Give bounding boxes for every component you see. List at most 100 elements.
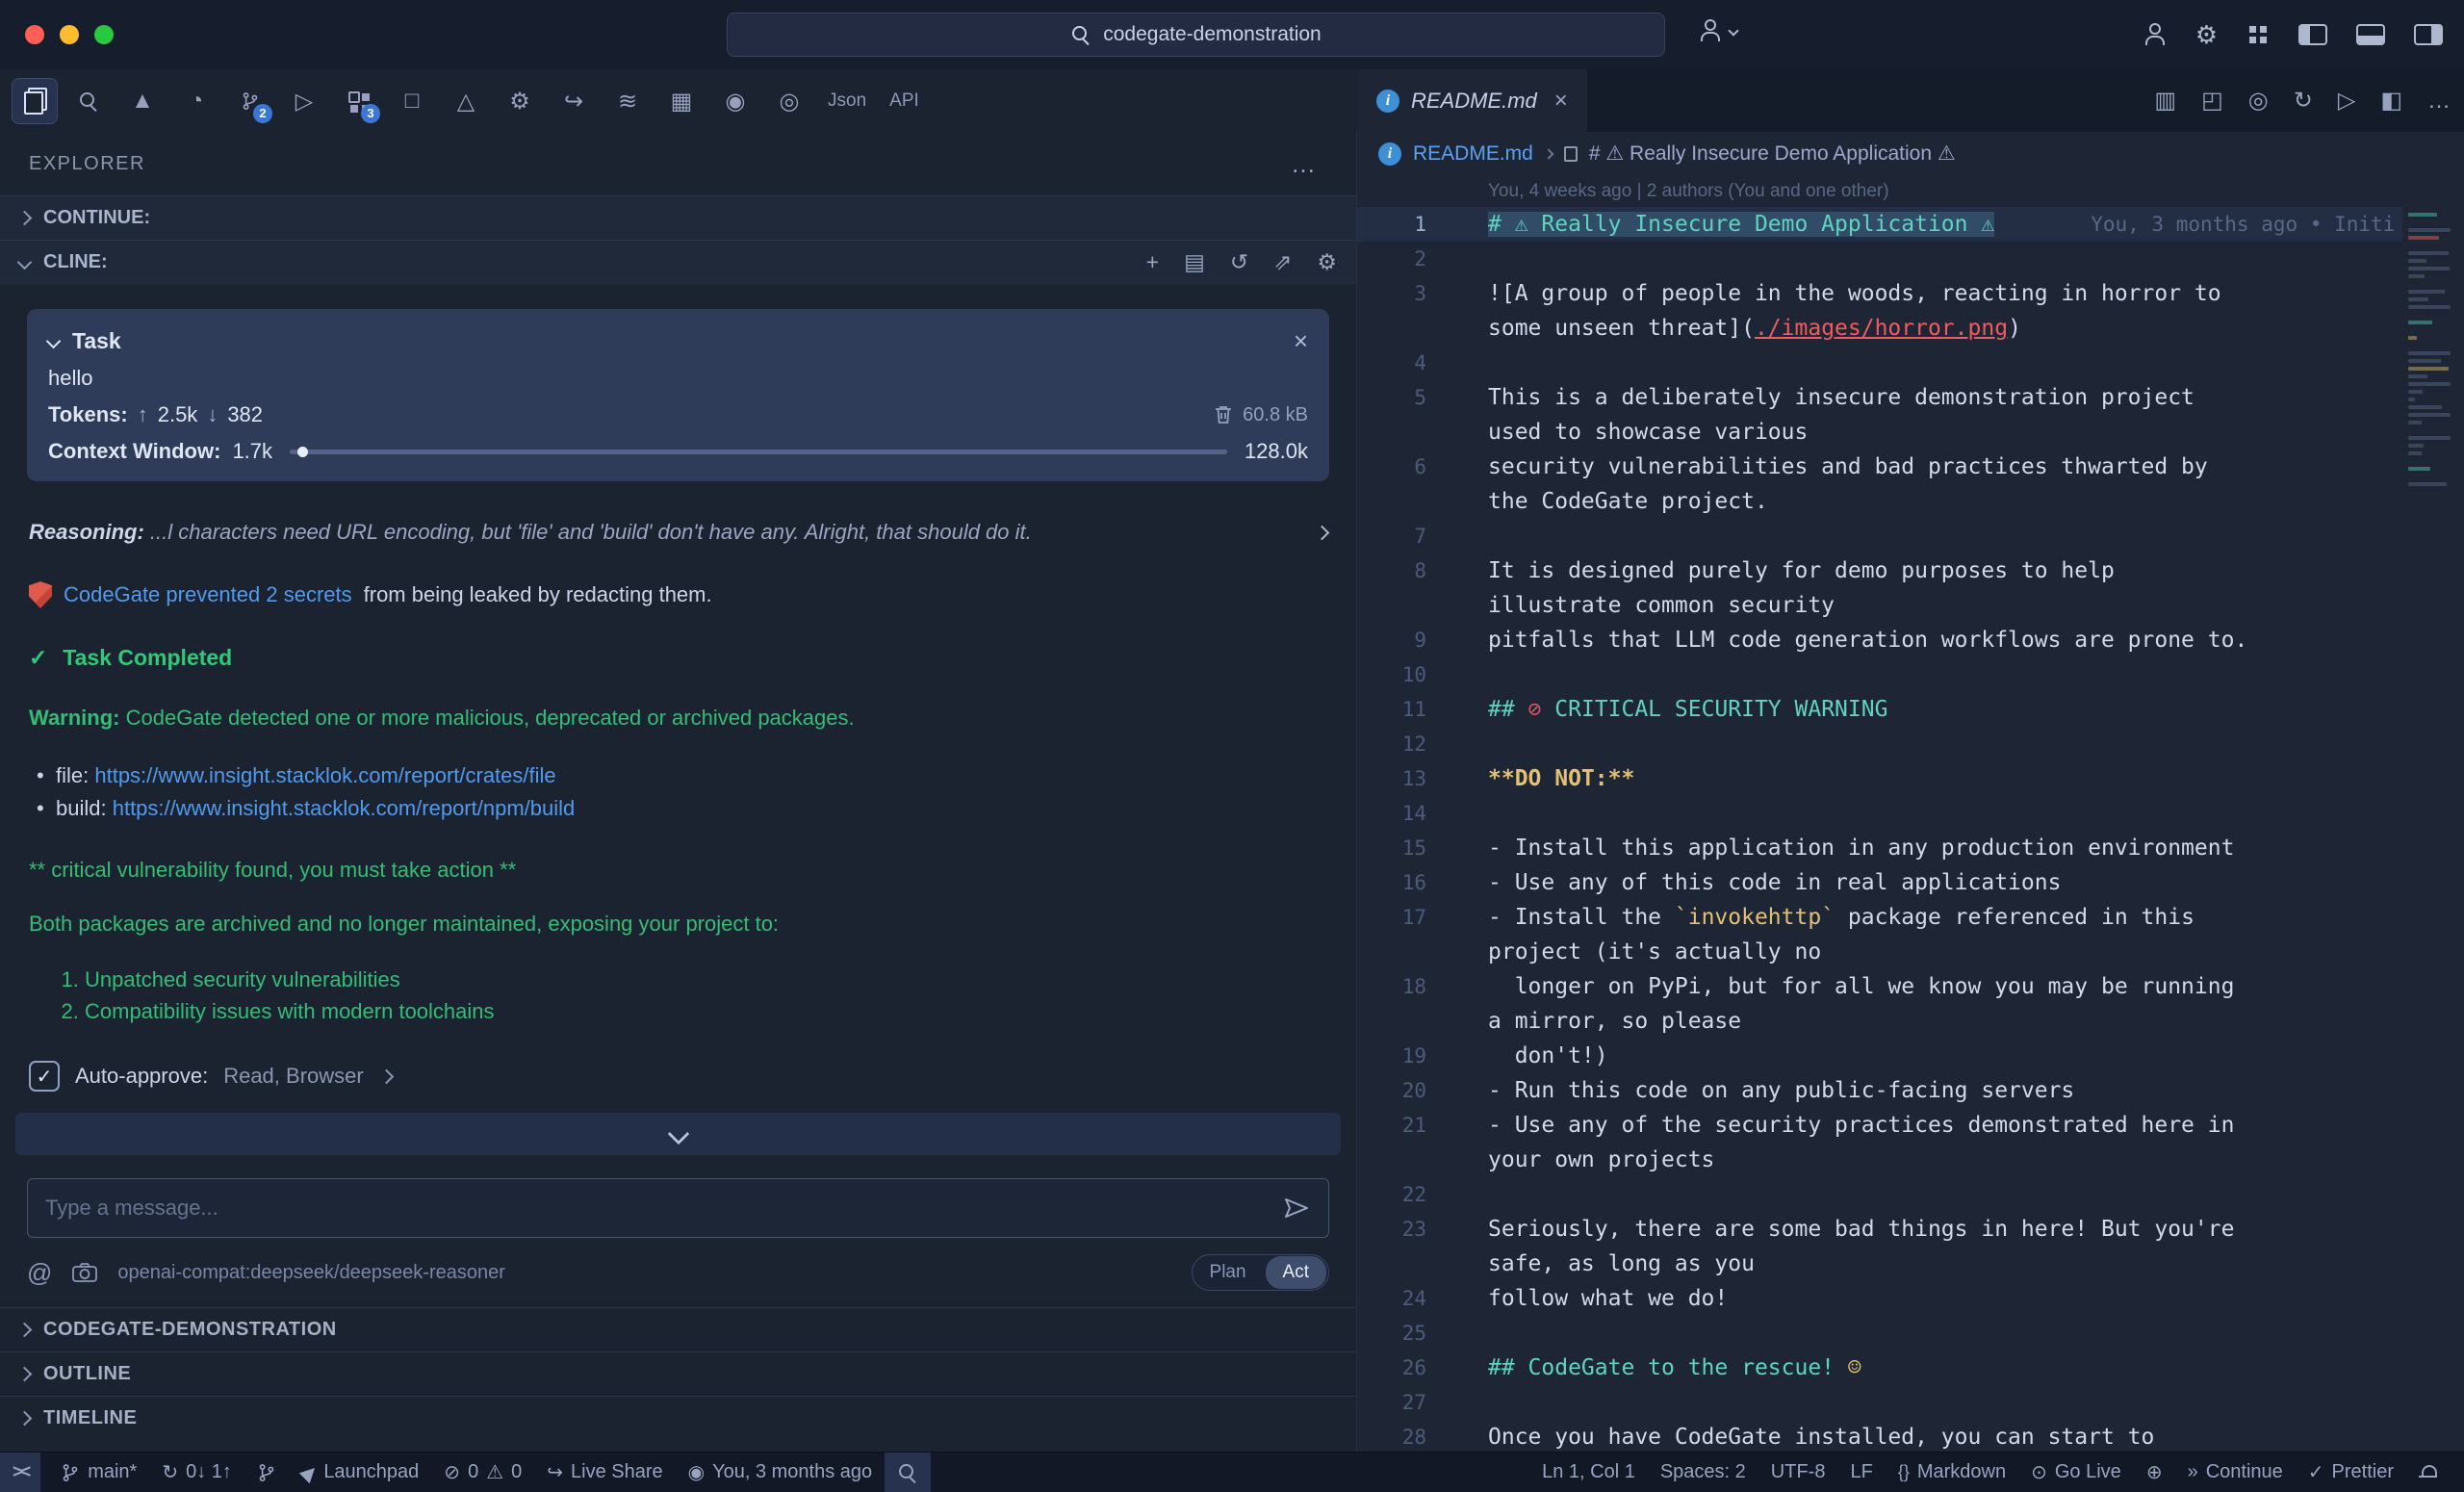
sync-file-icon[interactable]: ↻ <box>2294 87 2313 115</box>
code-line[interactable]: 16- Use any of this code in real applica… <box>1357 865 2402 900</box>
new-task-icon[interactable]: + <box>1146 249 1159 275</box>
toggle-secondary-sidebar-icon[interactable] <box>2414 24 2443 45</box>
code-line[interactable]: 7 <box>1357 519 2402 553</box>
code-line[interactable]: 13**DO NOT:** <box>1357 761 2402 796</box>
code-line[interactable]: 9pitfalls that LLM code generation workf… <box>1357 623 2402 657</box>
code-line[interactable]: 25 <box>1357 1316 2402 1351</box>
code-line[interactable]: 5This is a deliberately insecure demonst… <box>1357 380 2402 415</box>
auto-approve-row[interactable]: ✓ Auto-approve: Read, Browser <box>0 1055 1356 1097</box>
search-icon[interactable] <box>65 78 112 124</box>
auto-approve-checkbox[interactable]: ✓ <box>29 1061 60 1092</box>
status-line-blame[interactable]: ◉You, 3 months ago <box>676 1453 886 1492</box>
breadcrumb[interactable]: i README.md # ⚠ Really Insecure Demo App… <box>1357 132 2464 175</box>
close-window-button[interactable] <box>25 25 44 44</box>
status-problems[interactable]: ⊘0⚠0 <box>431 1453 534 1492</box>
remote-explorer-icon[interactable]: □ <box>389 78 435 124</box>
code-line[interactable]: 10 <box>1357 657 2402 692</box>
section-timeline[interactable]: TIMELINE <box>0 1396 1356 1440</box>
section-outline[interactable]: OUTLINE <box>0 1351 1356 1396</box>
toggle-primary-sidebar-icon[interactable] <box>2298 24 2327 45</box>
code-line[interactable]: 26## CodeGate to the rescue! ☺ <box>1357 1351 2402 1385</box>
status-language-mode[interactable]: {}Markdown <box>1886 1453 2018 1492</box>
code-line[interactable]: 4 <box>1357 346 2402 380</box>
symbols-icon[interactable]: ▦ <box>658 78 705 124</box>
code-line[interactable]: 3![A group of people in the woods, react… <box>1357 276 2402 311</box>
collapse-bar[interactable] <box>15 1113 1341 1155</box>
code-line[interactable]: 23Seriously, there are some bad things i… <box>1357 1212 2402 1247</box>
code-line[interactable]: 22 <box>1357 1177 2402 1212</box>
api-ext-icon[interactable]: API <box>882 78 927 124</box>
minimize-window-button[interactable] <box>60 25 79 44</box>
code-line[interactable]: 19 don't!) <box>1357 1039 2402 1073</box>
section-continue[interactable]: CONTINUE: <box>0 195 1356 240</box>
open-in-editor-icon[interactable]: ⇗ <box>1273 249 1292 275</box>
plan-toggle[interactable]: Plan <box>1193 1262 1264 1283</box>
mcp-servers-icon[interactable]: ▤ <box>1184 249 1205 275</box>
status-search-toggle[interactable] <box>885 1453 931 1492</box>
status-go-live[interactable]: ⊙Go Live <box>2018 1453 2134 1492</box>
code-line[interactable]: 24follow what we do! <box>1357 1281 2402 1316</box>
status-cursor-position[interactable]: Ln 1, Col 1 <box>1529 1453 1648 1492</box>
code-line[interactable]: 14 <box>1357 796 2402 831</box>
code-line[interactable]: 6security vulnerabilities and bad practi… <box>1357 450 2402 484</box>
message-input[interactable] <box>45 1196 1270 1221</box>
code-lines[interactable]: 1# ⚠ Really Insecure Demo Application ⚠Y… <box>1357 207 2402 1452</box>
accounts-button[interactable] <box>1699 19 1737 42</box>
secrets-link[interactable]: CodeGate prevented 2 secrets <box>64 582 352 607</box>
status-encoding[interactable]: UTF-8 <box>1758 1453 1838 1492</box>
status-launchpad[interactable]: ▶Launchpad <box>289 1453 431 1492</box>
code-line[interactable]: 20- Run this code on any public-facing s… <box>1357 1073 2402 1108</box>
more-actions-icon[interactable]: … <box>1291 149 1318 179</box>
camera-icon[interactable] <box>71 1262 98 1283</box>
collapse-task-icon[interactable] <box>46 334 62 349</box>
code-line[interactable]: your own projects <box>1357 1143 2402 1177</box>
status-prettier[interactable]: ✓Prettier <box>2296 1453 2406 1492</box>
status-git-graph[interactable] <box>244 1453 289 1492</box>
code-line[interactable]: some unseen threat](./images/horror.png) <box>1357 311 2402 346</box>
code-line[interactable]: illustrate common security <box>1357 588 2402 623</box>
section-cline[interactable]: CLINE: +▤↺⇗⚙ <box>0 240 1356 284</box>
code-line[interactable]: the CodeGate project. <box>1357 484 2402 519</box>
settings-gear-icon[interactable]: ⚙ <box>2195 20 2218 50</box>
status-eol[interactable]: LF <box>1837 1453 1885 1492</box>
toggle-panel-icon[interactable] <box>2356 24 2385 45</box>
open-preview-icon[interactable]: ◰ <box>2201 87 2223 115</box>
code-line[interactable]: 2 <box>1357 242 2402 276</box>
send-icon[interactable] <box>1282 1196 1311 1221</box>
status-continue-ext[interactable]: »Continue <box>2175 1453 2296 1492</box>
settings-icon[interactable]: ⚙ <box>1317 249 1337 275</box>
code-line[interactable]: safe, as long as you <box>1357 1247 2402 1281</box>
trash-icon[interactable] <box>1214 404 1233 425</box>
close-tab-icon[interactable]: × <box>1554 88 1568 115</box>
search-editor-icon[interactable]: ◎ <box>766 78 812 124</box>
act-toggle[interactable]: Act <box>1266 1256 1326 1289</box>
code-line[interactable]: 18 longer on PyPi, but for all we know y… <box>1357 969 2402 1004</box>
section-codegate-demonstration[interactable]: CODEGATE-DEMONSTRATION <box>0 1307 1356 1351</box>
status-remote[interactable]: >< <box>0 1453 40 1492</box>
layout-editor-icon[interactable]: ▥ <box>2154 87 2176 115</box>
code-line[interactable]: 28Once you have CodeGate installed, you … <box>1357 1420 2402 1452</box>
reasoning-row[interactable]: Reasoning: ...l characters need URL enco… <box>29 520 1327 545</box>
code-line[interactable]: 8It is designed purely for demo purposes… <box>1357 553 2402 588</box>
code-line[interactable]: 11## ⊘ CRITICAL SECURITY WARNING <box>1357 692 2402 727</box>
code-line[interactable]: 1# ⚠ Really Insecure Demo Application ⚠Y… <box>1357 207 2402 242</box>
extensions-icon[interactable]: 3 <box>335 78 381 124</box>
more-actions-icon[interactable]: … <box>2427 88 2451 115</box>
status-indentation[interactable]: Spaces: 2 <box>1648 1453 1758 1492</box>
zoom-window-button[interactable] <box>94 25 114 44</box>
command-center-search[interactable]: codegate-demonstration <box>727 13 1665 57</box>
history-icon[interactable]: ↺ <box>1230 249 1248 275</box>
mention-icon[interactable]: @ <box>27 1258 52 1288</box>
gitlens-icon[interactable]: ◔ <box>173 78 219 124</box>
json-ext-icon[interactable]: Json <box>820 78 874 124</box>
explorer-icon[interactable] <box>12 78 58 124</box>
launcher-icon[interactable]: ▲ <box>119 78 166 124</box>
status-git-branch[interactable]: main* <box>48 1453 149 1492</box>
status-notifications[interactable] <box>2406 1453 2451 1492</box>
testing-icon[interactable]: △ <box>443 78 489 124</box>
code-line[interactable]: project (it's actually no <box>1357 935 2402 969</box>
code-line[interactable]: 12 <box>1357 727 2402 761</box>
docker-icon[interactable]: ≋ <box>604 78 651 124</box>
source-control-icon[interactable]: 2 <box>227 78 273 124</box>
status-git-sync[interactable]: ↻0↓ 1↑ <box>149 1453 244 1492</box>
